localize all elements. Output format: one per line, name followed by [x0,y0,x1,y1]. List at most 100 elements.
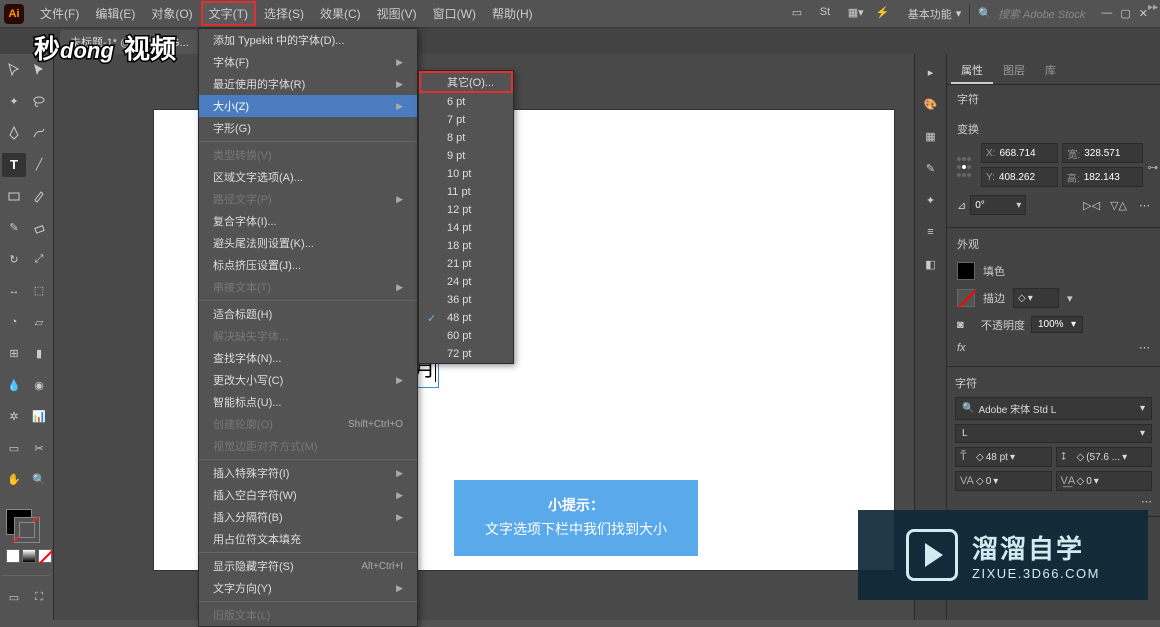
menu-文件(F)[interactable]: 文件(F) [32,1,87,26]
tracking-field[interactable]: V͟A◇0▾ [1056,471,1153,491]
gradient-mode-icon[interactable] [22,549,36,563]
menu-item[interactable]: 标点挤压设置(J)... [199,254,417,276]
dock-symbols-icon[interactable]: ✦ [921,190,941,210]
menu-item[interactable]: 字体(F)▶ [199,51,417,73]
size-option[interactable]: 14 pt [419,219,513,237]
scale-tool[interactable]: ⤢ [27,247,51,271]
menu-item[interactable]: 复合字体(I)... [199,210,417,232]
flip-h-icon[interactable]: ▷◁ [1083,199,1100,212]
stroke-swatch[interactable] [14,517,40,543]
size-option[interactable]: 6 pt [419,93,513,111]
curvature-tool[interactable] [27,121,51,145]
kerning-field[interactable]: VA◇0▾ [955,471,1052,491]
pen-tool[interactable] [2,121,26,145]
size-option[interactable]: 11 pt [419,183,513,201]
menu-视图(V)[interactable]: 视图(V) [369,1,425,26]
arrange-docs-icon[interactable]: ▦▾ [848,6,864,22]
dock-collapse-icon[interactable]: ▸ [921,62,941,82]
menu-帮助(H)[interactable]: 帮助(H) [484,1,541,26]
dock-swatches-icon[interactable]: ▦ [921,126,941,146]
reference-point[interactable] [957,155,971,179]
eyedropper-tool[interactable]: 💧 [2,373,26,397]
maximize-icon[interactable]: ▢ [1120,7,1130,20]
line-tool[interactable]: ╱ [27,153,51,177]
screen-mode-full-icon[interactable]: ⛶ [27,585,51,609]
gradient-tool[interactable]: ▮ [27,342,51,366]
size-option[interactable]: 7 pt [419,111,513,129]
menu-item[interactable]: 添加 Typekit 中的字体(D)... [199,29,417,51]
type-tool[interactable]: T [2,153,26,177]
workspace-selector[interactable]: 基本功能 ▾ [900,6,970,22]
dock-color-icon[interactable]: 🎨 [921,94,941,114]
dock-brushes-icon[interactable]: ✎ [921,158,941,178]
menu-item[interactable]: 适合标题(H) [199,303,417,325]
menu-item[interactable]: 文字方向(Y)▶ [199,577,417,599]
document-tab[interactable]: 未标题-1* @ 84% (RG... [60,30,199,54]
dock-stroke-icon[interactable]: ≡ [921,222,941,242]
flip-v-icon[interactable]: ▽△ [1110,199,1127,212]
selection-tool[interactable] [2,58,26,82]
size-option[interactable]: 9 pt [419,147,513,165]
link-icon[interactable]: ⊶ [1147,161,1158,174]
magic-wand-tool[interactable]: ✦ [2,90,26,114]
menu-对象(O)[interactable]: 对象(O) [143,1,200,26]
size-option[interactable]: 10 pt [419,165,513,183]
menu-item[interactable]: 最近使用的字体(R)▶ [199,73,417,95]
tab-libraries[interactable]: 库 [1035,58,1066,84]
more-options-icon[interactable]: ⋯ [1141,496,1152,508]
stock-icon[interactable]: St [820,6,836,22]
x-field[interactable]: X:668.714 [981,143,1058,163]
size-option[interactable]: 60 pt [419,327,513,345]
more-options-icon[interactable]: ⋯ [1139,199,1150,212]
size-option[interactable]: 12 pt [419,201,513,219]
menu-item[interactable]: 插入特殊字符(I)▶ [199,462,417,484]
fill-color-swatch[interactable] [957,262,975,280]
menu-item[interactable]: 大小(Z)▶ [199,95,417,117]
y-field[interactable]: Y:408.262 [981,167,1058,187]
perspective-tool[interactable]: ▱ [27,310,51,334]
fx-icon[interactable]: fx [957,342,966,354]
w-field[interactable]: 宽:328.571 [1062,143,1143,163]
menu-item[interactable]: 插入空白字符(W)▶ [199,484,417,506]
menu-item[interactable]: 查找字体(N)... [199,347,417,369]
menu-item[interactable]: 避头尾法则设置(K)... [199,232,417,254]
shape-builder-tool[interactable]: ◔ [2,310,26,334]
menu-效果(C)[interactable]: 效果(C) [312,1,369,26]
fill-stroke-swatch[interactable] [6,509,40,543]
size-option[interactable]: 72 pt [419,345,513,363]
minimize-icon[interactable]: ― [1101,7,1112,20]
rotate-tool[interactable]: ↻ [2,247,26,271]
tab-properties[interactable]: 属性 [951,58,993,84]
size-option[interactable]: 其它(O)... [419,71,513,93]
angle-field[interactable]: 0°▾ [970,195,1026,215]
menu-窗口(W)[interactable]: 窗口(W) [425,1,484,26]
menu-item[interactable]: 更改大小写(C)▶ [199,369,417,391]
artboard-tool[interactable]: ▭ [2,436,26,460]
mesh-tool[interactable]: ⊞ [2,342,26,366]
panel-collapse-icon[interactable]: ▸▸ [1148,2,1158,13]
menu-文字(T)[interactable]: 文字(T) [201,1,256,26]
font-family-select[interactable]: 🔍Adobe 宋体 Std L▾ [955,397,1152,420]
h-field[interactable]: 高:182.143 [1062,167,1143,187]
menu-item[interactable]: 显示隐藏字符(S)Alt+Ctrl+I [199,555,417,577]
column-graph-tool[interactable]: 📊 [27,405,51,429]
rectangle-tool[interactable] [2,184,26,208]
tab-layers[interactable]: 图层 [993,58,1035,84]
screen-mode-normal-icon[interactable]: ▭ [2,585,26,609]
menu-item[interactable]: 智能标点(U)... [199,391,417,413]
eraser-tool[interactable] [27,216,51,240]
color-mode-icon[interactable] [6,549,20,563]
close-icon[interactable]: ✕ [1139,7,1148,20]
zoom-tool[interactable]: 🔍 [27,468,51,492]
size-option[interactable]: 18 pt [419,237,513,255]
width-tool[interactable]: ↔ [2,279,26,303]
size-option[interactable]: 36 pt [419,291,513,309]
direct-selection-tool[interactable] [27,58,51,82]
free-transform-tool[interactable]: ⬚ [27,279,51,303]
paintbrush-tool[interactable] [27,184,51,208]
blend-tool[interactable]: ◉ [27,373,51,397]
menu-编辑(E)[interactable]: 编辑(E) [87,1,143,26]
lasso-tool[interactable] [27,90,51,114]
size-option[interactable]: 48 pt [419,309,513,327]
size-option[interactable]: 21 pt [419,255,513,273]
